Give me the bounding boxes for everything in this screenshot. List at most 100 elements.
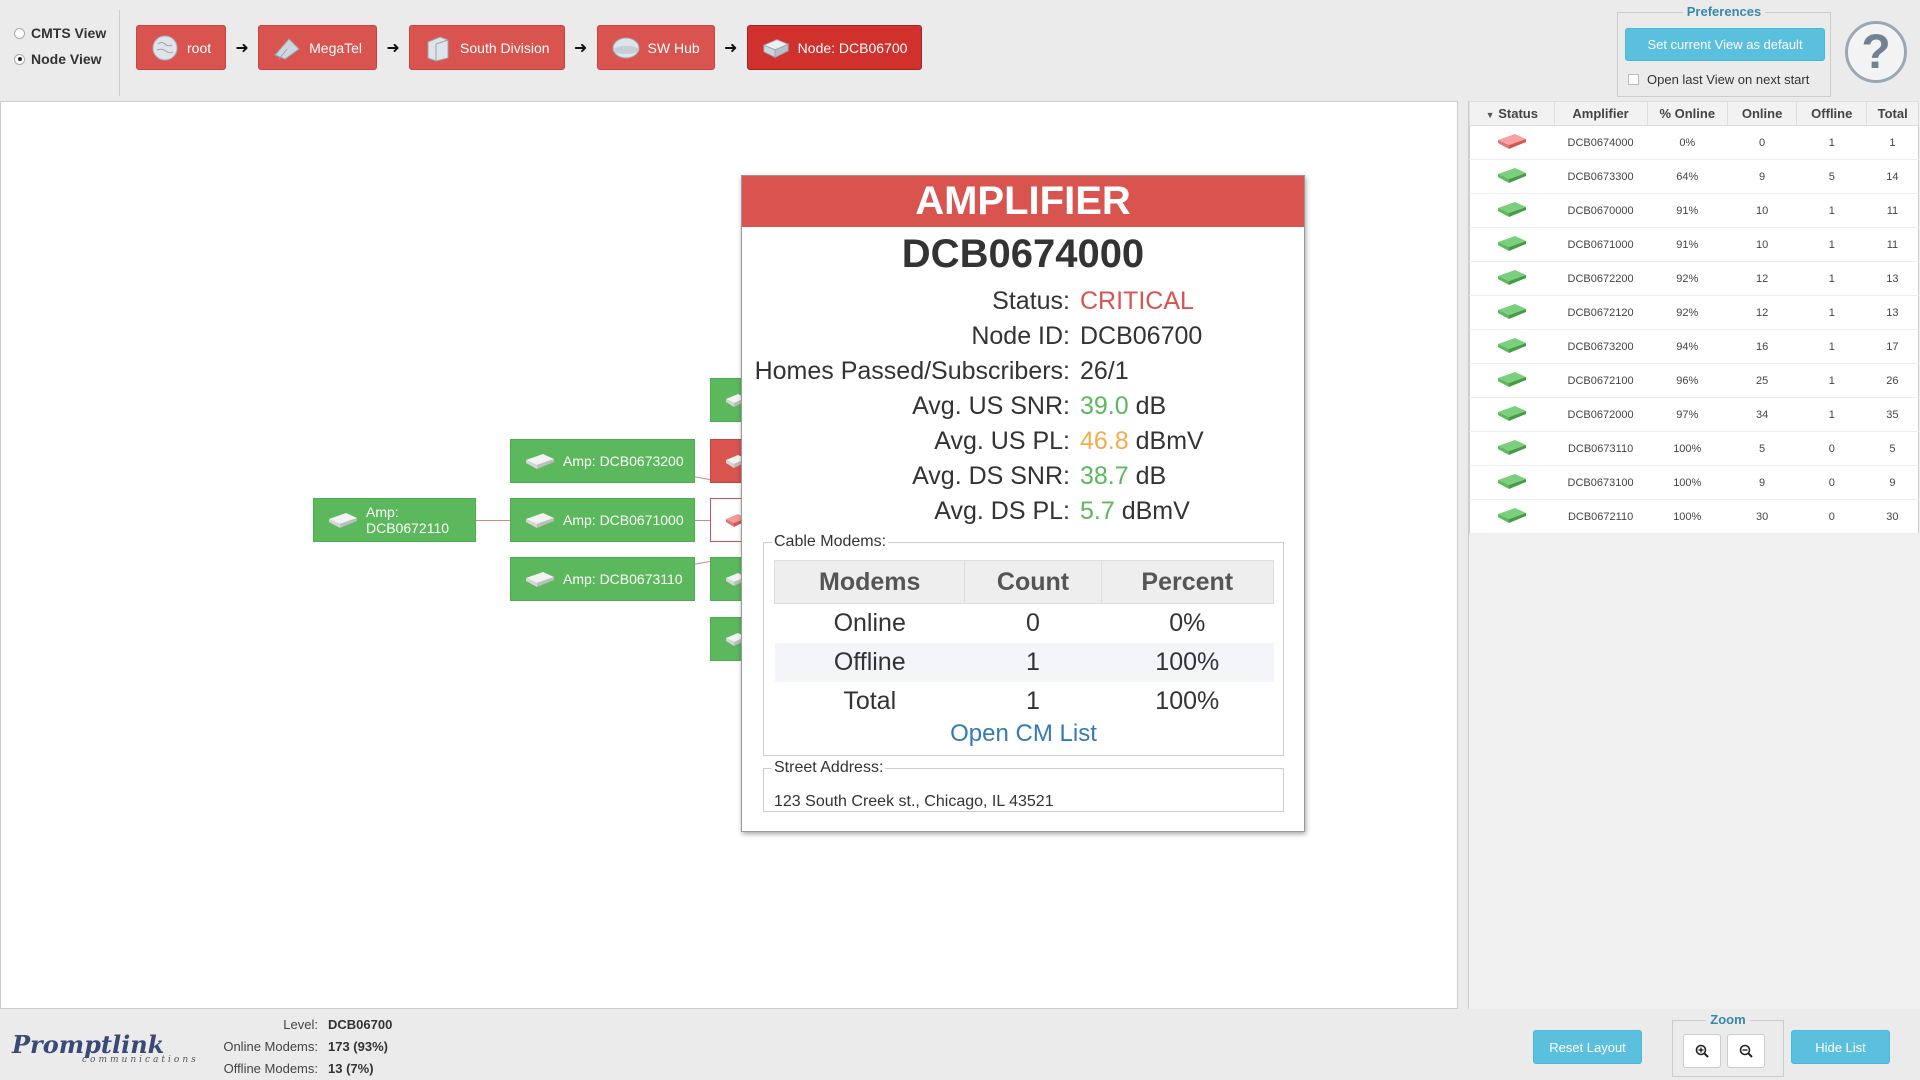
ds-snr-unit: dB [1135,462,1167,490]
percent-online-header[interactable]: % Online [1646,101,1729,126]
amplifier-ok-icon [1497,234,1527,255]
reset-layout-button[interactable]: Reset Layout [1533,1030,1642,1064]
table-row[interactable]: DCB0673200 94% 16 1 17 [1469,329,1919,364]
percent-online-cell: 0% [1647,125,1728,160]
breadcrumb-label: root [187,39,212,56]
breadcrumb-root[interactable]: root [136,25,227,70]
zoom-out-button[interactable] [1727,1034,1765,1068]
offline-header[interactable]: Offline [1796,101,1868,126]
status-cell [1469,363,1555,398]
ds-pl-row: Avg. DS PL: 5.7 dBmV [742,497,1306,526]
online-cell: 16 [1727,329,1797,364]
breadcrumb-sw-hub[interactable]: SW Hub [596,25,715,70]
status-cell [1469,227,1555,262]
offline-modems-value: 13 (7%) [328,1060,374,1076]
amp-node-dcb0673110[interactable]: Amp: DCB0673110 [510,557,695,601]
total-cell: 5 [1866,431,1919,466]
online-cell: 25 [1727,363,1797,398]
status-cell [1469,465,1555,500]
breadcrumb-south-division[interactable]: South Division [409,25,565,70]
total-cell: 26 [1866,363,1919,398]
table-row[interactable]: DCB0673300 64% 9 5 14 [1469,159,1919,194]
status-cell [1469,295,1555,330]
table-row[interactable]: DCB0672110 100% 30 0 30 [1469,499,1919,534]
node-view-label: Node View [31,51,102,67]
sort-status-header[interactable]: ▼ Status [1469,101,1555,126]
ds-snr-label: Avg. DS SNR: [912,462,1070,490]
table-row[interactable]: DCB0673100 100% 9 0 9 [1469,465,1919,500]
table-row[interactable]: DCB0673110 100% 5 0 5 [1469,431,1919,466]
amp-label: Amp: DCB0673200 [563,453,684,469]
arrow-right-icon: ➜ [723,39,738,57]
open-cm-list-link[interactable]: Open CM List [764,720,1283,748]
building-icon [424,34,452,62]
table-row[interactable]: DCB0670000 91% 10 1 11 [1469,193,1919,228]
breadcrumb-megatel[interactable]: MegaTel [258,25,378,70]
arrow-right-icon: ➜ [235,39,249,57]
column-header: Percent [1100,560,1275,604]
status-label: Status: [992,287,1070,315]
table-row[interactable]: DCB0672120 92% 12 1 13 [1469,295,1919,330]
amp-node-dcb0673200[interactable]: Amp: DCB0673200 [510,439,695,483]
table-cell: 100% [1101,642,1274,682]
preferences-title: Preferences [1682,4,1766,19]
table-cell: Offline [774,642,965,682]
amplifier-icon [525,570,555,588]
offline-cell: 1 [1796,329,1867,364]
ds-pl-label: Avg. DS PL: [934,497,1070,525]
set-default-view-button[interactable]: Set current View as default [1625,28,1825,61]
amplifier-cell: DCB0671000 [1554,227,1648,262]
table-row: Total 1 100% [775,682,1274,721]
amplifier-critical-icon [1497,132,1527,153]
amp-node-dcb0671000[interactable]: Amp: DCB0671000 [510,498,695,542]
node-view-radio[interactable]: Node View [14,46,106,72]
percent-online-cell: 100% [1647,465,1728,500]
table-row[interactable]: DCB0672100 96% 25 1 26 [1469,363,1919,398]
breadcrumb-label: South Division [460,39,550,56]
hide-list-button[interactable]: Hide List [1791,1030,1890,1064]
amplifier-name: DCB0674000 [901,232,1145,276]
breadcrumb-label: Node: DCB06700 [797,39,908,56]
us-pl-unit: dBmV [1135,427,1204,455]
table-row[interactable]: DCB0674000 0% 0 1 1 [1469,125,1919,160]
table-row[interactable]: DCB0672200 92% 12 1 13 [1469,261,1919,296]
amp-node-dcb0672110[interactable]: Amp: DCB0672110 [313,498,476,542]
status-cell [1469,193,1555,228]
street-address-legend: Street Address: [772,759,886,777]
open-last-view-checkbox[interactable]: Open last View on next start [1628,72,1809,87]
total-cell: 9 [1866,465,1919,500]
zoom-controls: Zoom [1672,1012,1784,1077]
arrow-right-icon: ➜ [573,39,588,57]
online-header[interactable]: Online [1727,101,1798,126]
percent-online-cell: 100% [1647,431,1728,466]
ds-snr-row: Avg. DS SNR: 38.7 dB [742,462,1306,491]
column-header: Count [964,560,1102,604]
percent-online-cell: 97% [1647,397,1728,432]
checkbox-icon [1628,74,1639,85]
offline-cell: 1 [1796,227,1867,262]
amplifier-list-panel: ▼ Status Amplifier % Online Online Offli… [1468,101,1920,1009]
table-cell: Online [833,608,906,637]
cmts-view-radio[interactable]: CMTS View [14,20,106,46]
zoom-in-button[interactable] [1683,1034,1721,1068]
table-row: Online 0 0% [775,604,1274,643]
amplifier-icon [525,452,555,470]
help-icon[interactable]: ? [1845,21,1907,83]
table-row[interactable]: DCB0672000 97% 34 1 35 [1469,397,1919,432]
amplifier-header[interactable]: Amplifier [1553,101,1648,126]
view-switch: CMTS View Node View [14,20,106,72]
table-row[interactable]: DCB0671000 91% 10 1 11 [1469,227,1919,262]
amplifier-ok-icon [1497,404,1527,425]
status-cell [1469,329,1555,364]
cable-modems-section: Cable Modems: Modems Count Percent Onlin… [763,533,1284,756]
total-cell: 13 [1866,295,1919,330]
table-cell: 1 [1026,686,1040,715]
cable-modems-table: Modems Count Percent Online 0 0% Offline… [773,560,1275,721]
us-snr-value: 39.0 [1080,392,1129,420]
amplifier-cell: DCB0672200 [1554,261,1648,296]
breadcrumb-node[interactable]: Node: DCB06700 [746,25,923,70]
amplifier-table: ▼ Status Amplifier % Online Online Offli… [1469,101,1919,534]
total-header[interactable]: Total [1866,101,1919,126]
online-cell: 34 [1727,397,1797,432]
column-header-label: Status [1498,106,1538,121]
